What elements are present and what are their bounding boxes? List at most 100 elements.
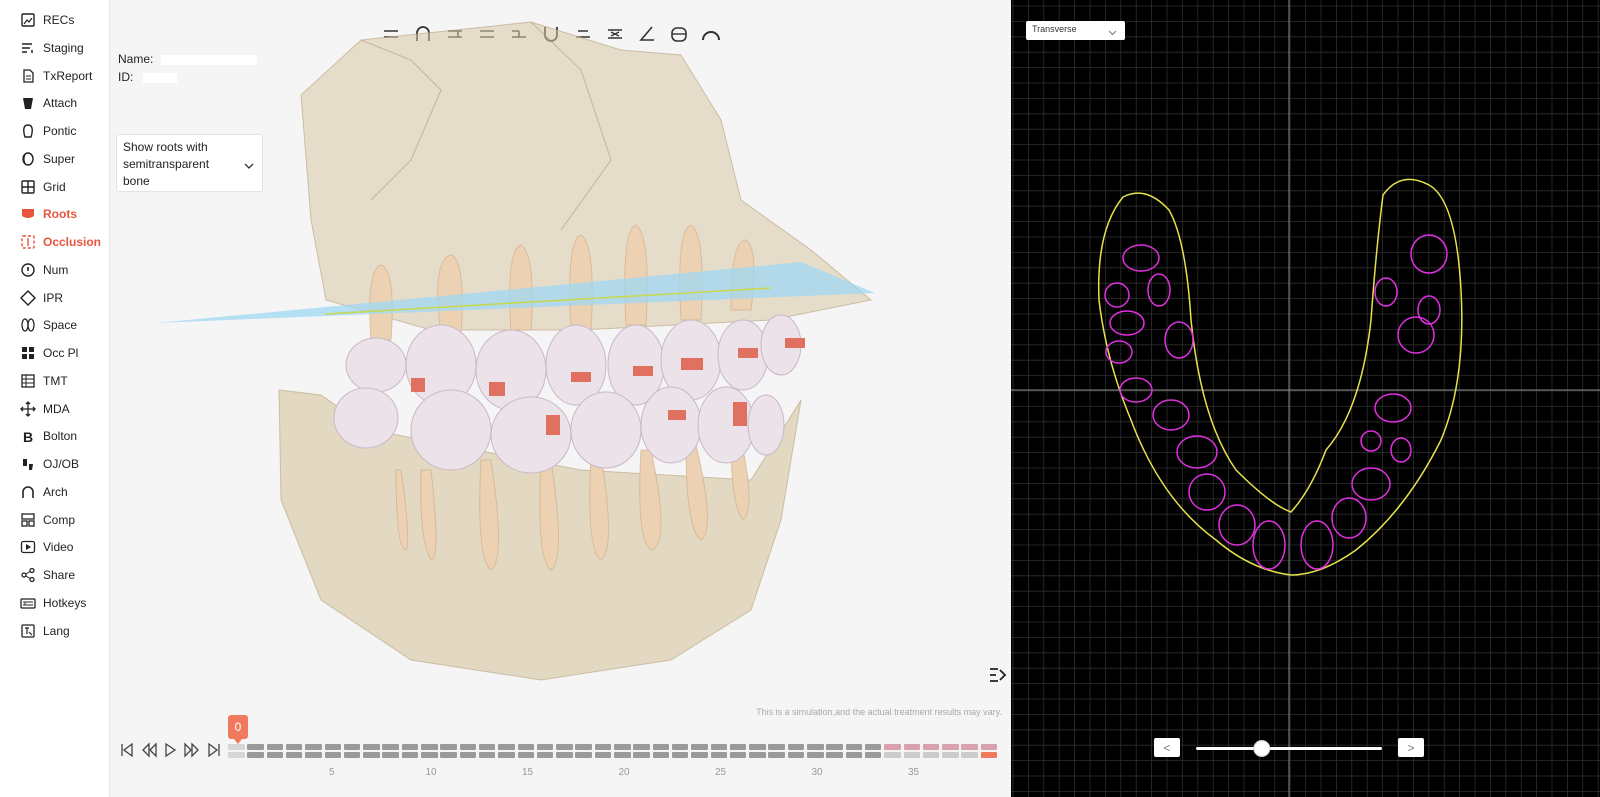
sidebar-item-mda[interactable]: MDA [0,397,110,421]
timeline-step[interactable] [671,744,689,750]
timeline-step[interactable] [633,752,650,758]
sidebar-item-grid[interactable]: Grid [0,175,110,199]
sidebar-item-comp[interactable]: Comp [0,508,110,532]
timeline-step[interactable] [903,744,920,750]
timeline-step[interactable] [324,744,341,750]
stage-timeline[interactable] [228,744,1003,762]
current-step-badge[interactable]: 0 [228,715,248,744]
first-step-icon[interactable] [119,742,135,758]
timeline-step[interactable] [324,752,341,758]
timeline-step[interactable] [961,744,978,750]
timeline-step[interactable] [363,744,380,750]
sidebar-item-oj-ob[interactable]: OJ/OB [0,452,110,476]
timeline-step[interactable] [305,752,322,758]
dental-3d-model[interactable] [111,0,1010,700]
timeline-step[interactable] [671,752,689,758]
timeline-step[interactable] [517,752,534,758]
timeline-step[interactable] [614,752,631,758]
play-icon[interactable] [162,742,178,758]
timeline-step[interactable] [228,752,245,758]
timeline-step[interactable] [710,744,727,750]
timeline-step[interactable] [768,744,785,750]
timeline-step[interactable] [228,744,245,750]
timeline-step[interactable] [363,752,380,758]
timeline-step[interactable] [498,752,515,758]
sidebar-item-share[interactable]: Share [0,563,110,587]
timeline-step[interactable] [845,744,863,750]
section-view-select[interactable]: Transverse [1026,21,1125,40]
timeline-step[interactable] [903,752,920,758]
timeline-step[interactable] [884,744,901,750]
timeline-step[interactable] [343,752,361,758]
timeline-step[interactable] [864,744,882,750]
collapse-panel-icon[interactable] [987,664,1009,686]
transverse-section-panel[interactable]: Transverse < > [1011,0,1600,797]
sidebar-item-txreport[interactable]: TxReport [0,64,110,88]
sidebar-item-roots[interactable]: Roots [0,202,110,226]
sidebar-item-attach[interactable]: Attach [0,91,110,115]
timeline-step[interactable] [633,744,650,750]
last-step-icon[interactable] [206,742,222,758]
next-slice-button[interactable]: > [1398,738,1424,757]
timeline-step[interactable] [536,744,554,750]
timeline-step[interactable] [459,744,477,750]
timeline-step[interactable] [614,744,631,750]
previous-slice-button[interactable]: < [1154,738,1180,757]
slice-slider[interactable] [1196,739,1382,757]
timeline-step[interactable] [517,744,534,750]
timeline-step[interactable] [864,752,882,758]
timeline-step[interactable] [942,752,959,758]
timeline-step[interactable] [710,752,727,758]
timeline-step[interactable] [459,752,477,758]
timeline-step[interactable] [942,744,959,750]
timeline-step[interactable] [922,752,940,758]
timeline-step[interactable] [382,744,399,750]
timeline-step[interactable] [845,752,863,758]
timeline-step[interactable] [594,744,612,750]
timeline-step[interactable] [652,752,670,758]
sidebar-item-occlusion[interactable]: Occlusion [0,230,110,254]
timeline-step[interactable] [980,752,998,758]
timeline-step[interactable] [787,752,805,758]
timeline-step[interactable] [575,744,592,750]
slice-slider-handle[interactable] [1253,740,1271,757]
timeline-step[interactable] [401,744,419,750]
rewind-icon[interactable] [141,742,157,758]
sidebar-item-ipr[interactable]: IPR [0,286,110,310]
timeline-step[interactable] [768,752,785,758]
timeline-step[interactable] [826,744,843,750]
timeline-step[interactable] [826,752,843,758]
timeline-step[interactable] [498,744,515,750]
timeline-step[interactable] [266,744,284,750]
sidebar-item-arch[interactable]: Arch [0,480,110,504]
timeline-step[interactable] [285,744,303,750]
sidebar-item-lang[interactable]: Lang [0,619,110,643]
timeline-step[interactable] [247,752,264,758]
timeline-step[interactable] [401,752,419,758]
timeline-step[interactable] [536,752,554,758]
sidebar-item-super[interactable]: Super [0,147,110,171]
timeline-step[interactable] [421,744,438,750]
timeline-step[interactable] [594,752,612,758]
sidebar-item-hotkeys[interactable]: Hotkeys [0,591,110,615]
sidebar-item-recs[interactable]: RECs [0,8,110,32]
timeline-step[interactable] [556,752,573,758]
timeline-step[interactable] [807,752,824,758]
timeline-step[interactable] [961,752,978,758]
timeline-step[interactable] [884,752,901,758]
sidebar-item-video[interactable]: Video [0,535,110,559]
timeline-step[interactable] [285,752,303,758]
timeline-step[interactable] [749,744,766,750]
timeline-step[interactable] [922,744,940,750]
timeline-step[interactable] [575,752,592,758]
timeline-step[interactable] [478,744,496,750]
timeline-step[interactable] [382,752,399,758]
timeline-step[interactable] [247,744,264,750]
timeline-step[interactable] [556,744,573,750]
timeline-step[interactable] [440,744,457,750]
timeline-step[interactable] [305,744,322,750]
timeline-step[interactable] [749,752,766,758]
sidebar-item-staging[interactable]: Staging [0,36,110,60]
timeline-step[interactable] [478,752,496,758]
timeline-step[interactable] [343,744,361,750]
